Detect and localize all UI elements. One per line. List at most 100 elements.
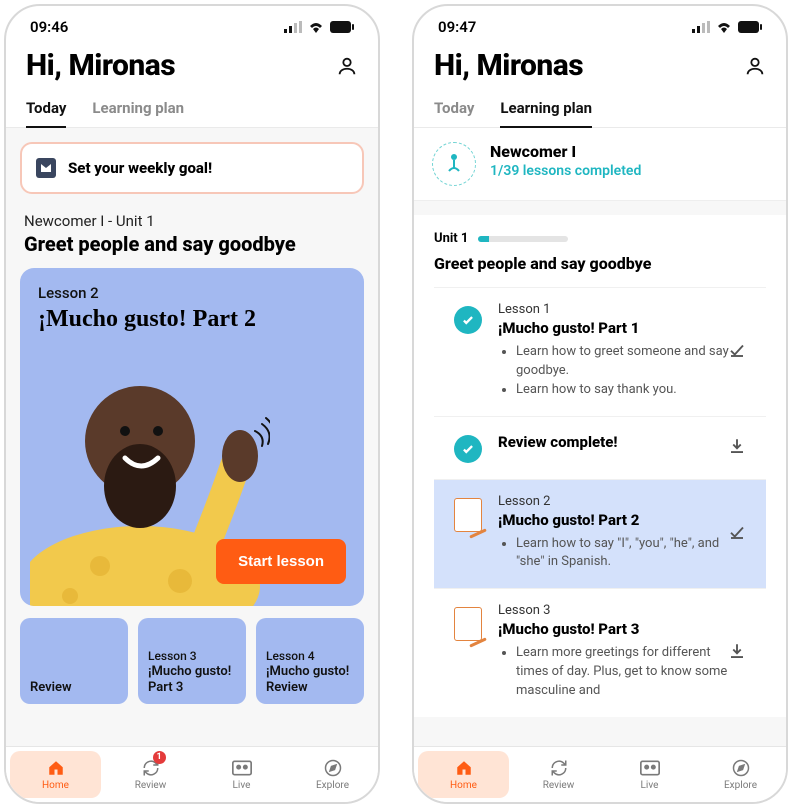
unit-progress-bar [478, 236, 568, 242]
today-content: Set your weekly goal! Newcomer I - Unit … [6, 128, 378, 746]
nav-label: Explore [316, 780, 349, 791]
unit-progress-fill [478, 236, 489, 242]
nav-label: Explore [724, 780, 757, 791]
lesson-item-3[interactable]: Lesson 3 ¡Mucho gusto! Part 3 Learn more… [434, 588, 766, 717]
lesson-item-1[interactable]: Lesson 1 ¡Mucho gusto! Part 1 Learn how … [434, 287, 766, 416]
mini-card-review[interactable]: Review [20, 618, 128, 704]
check-icon [454, 435, 482, 463]
lesson-bullet: Learn more greetings for different times… [516, 644, 746, 701]
nav-review[interactable]: 1 Review [105, 747, 196, 802]
course-name: Newcomer I [490, 142, 641, 161]
unit-row: Unit 1 [434, 231, 766, 246]
download-icon[interactable] [728, 437, 746, 459]
mini-card-lesson-3[interactable]: Lesson 3 ¡Mucho gusto! Part 3 [138, 618, 246, 704]
lesson-bullet: Learn how to say thank you. [516, 381, 746, 400]
lesson-label: Lesson 2 [498, 494, 746, 509]
lesson-status-icon [454, 302, 484, 400]
nav-explore[interactable]: Explore [695, 747, 786, 802]
lesson-bullets: Learn how to say "I", "you", "he", and "… [498, 535, 746, 573]
phone-learning-plan-view: 09:47 Hi, Mironas Today Learning plan Ne… [412, 4, 788, 804]
nav-home[interactable]: Home [10, 751, 101, 798]
home-icon [454, 758, 474, 778]
unit-path: Newcomer I - Unit 1 [6, 206, 378, 232]
lesson-list: Lesson 1 ¡Mucho gusto! Part 1 Learn how … [434, 273, 766, 717]
upcoming-lessons-row: Review Lesson 3 ¡Mucho gusto! Part 3 Les… [6, 606, 378, 704]
mini-title: Review [30, 680, 118, 696]
lesson-item-review[interactable]: Review complete! [434, 416, 766, 479]
goal-icon [36, 158, 56, 178]
profile-icon[interactable] [744, 55, 766, 77]
tab-learning-plan[interactable]: Learning plan [500, 93, 592, 127]
course-level-icon [432, 142, 476, 186]
status-bar: 09:46 [6, 6, 378, 42]
lesson-card-icon [454, 494, 484, 573]
bottom-nav: Home 1 Review Live Explore [6, 746, 378, 802]
tab-learning-plan[interactable]: Learning plan [92, 93, 184, 127]
tab-today[interactable]: Today [434, 93, 474, 127]
tab-today[interactable]: Today [26, 93, 66, 127]
nav-home[interactable]: Home [418, 751, 509, 798]
status-bar: 09:47 [414, 6, 786, 42]
lesson-label: Lesson 3 [498, 603, 746, 618]
nav-label: Home [450, 780, 477, 791]
flashcard-icon [454, 607, 482, 641]
lesson-bullet: Learn how to say "I", "you", "he", and "… [516, 535, 746, 573]
unit-block: Unit 1 Greet people and say goodbye Less… [414, 215, 786, 717]
battery-icon [738, 21, 762, 33]
nav-explore[interactable]: Explore [287, 747, 378, 802]
lesson-status-icon [454, 431, 484, 463]
mini-label: Lesson 3 [148, 649, 236, 664]
clock: 09:47 [438, 18, 476, 36]
greeting-text: Hi, Mironas [26, 48, 175, 83]
lesson-card-icon [454, 603, 484, 701]
signal-icon [692, 21, 710, 33]
wifi-icon [308, 21, 324, 33]
nav-label: Live [641, 780, 659, 791]
nav-live[interactable]: Live [604, 747, 695, 802]
lesson-item-2[interactable]: Lesson 2 ¡Mucho gusto! Part 2 Learn how … [434, 479, 766, 589]
greeting-row: Hi, Mironas [414, 42, 786, 93]
review-icon [549, 758, 569, 778]
current-lesson-card[interactable]: Lesson 2 ¡Mucho gusto! Part 2 Start less… [20, 268, 364, 606]
unit-label: Unit 1 [434, 231, 468, 246]
nav-label: Review [543, 780, 575, 791]
start-lesson-button[interactable]: Start lesson [216, 539, 346, 584]
battery-icon [330, 21, 354, 33]
mini-title: ¡Mucho gusto! Part 3 [148, 664, 236, 697]
home-icon [46, 758, 66, 778]
bottom-nav: Home Review Live Explore [414, 746, 786, 802]
unit-title: Greet people and say goodbye [6, 232, 378, 268]
checkmark-icon [728, 523, 746, 545]
unit-title: Greet people and say goodbye [434, 254, 766, 273]
profile-icon[interactable] [336, 55, 358, 77]
download-icon[interactable] [728, 642, 746, 664]
lesson-bullet: Learn how to greet someone and say goodb… [516, 343, 746, 381]
review-badge: 1 [153, 751, 166, 764]
clock: 09:46 [30, 18, 68, 36]
lesson-bullets: Learn more greetings for different times… [498, 644, 746, 701]
tabs: Today Learning plan [414, 93, 786, 128]
mini-title: ¡Mucho gusto! Review [266, 664, 354, 697]
check-icon [454, 306, 482, 334]
weekly-goal-text: Set your weekly goal! [68, 159, 212, 177]
lesson-title: ¡Mucho gusto! Part 1 [498, 319, 746, 337]
lesson-title: ¡Mucho gusto! Part 2 [498, 511, 746, 529]
lesson-title: ¡Mucho gusto! Part 3 [498, 620, 746, 638]
signal-icon [284, 21, 302, 33]
greeting-text: Hi, Mironas [434, 48, 583, 83]
explore-icon [323, 758, 343, 778]
phone-today-view: 09:46 Hi, Mironas Today Learning plan Se… [4, 4, 380, 804]
course-progress-text: 1/39 lessons completed [490, 163, 641, 179]
plan-content: Newcomer I 1/39 lessons completed Unit 1… [414, 128, 786, 746]
status-icons [284, 21, 354, 33]
weekly-goal-card[interactable]: Set your weekly goal! [20, 142, 364, 194]
lesson-label: Lesson 1 [498, 302, 746, 317]
course-header[interactable]: Newcomer I 1/39 lessons completed [414, 128, 786, 201]
nav-review[interactable]: Review [513, 747, 604, 802]
nav-label: Live [233, 780, 251, 791]
nav-live[interactable]: Live [196, 747, 287, 802]
live-icon [640, 758, 660, 778]
mini-card-lesson-4[interactable]: Lesson 4 ¡Mucho gusto! Review [256, 618, 364, 704]
lesson-bullets: Learn how to greet someone and say goodb… [498, 343, 746, 400]
lesson-title: Review complete! [498, 433, 746, 451]
